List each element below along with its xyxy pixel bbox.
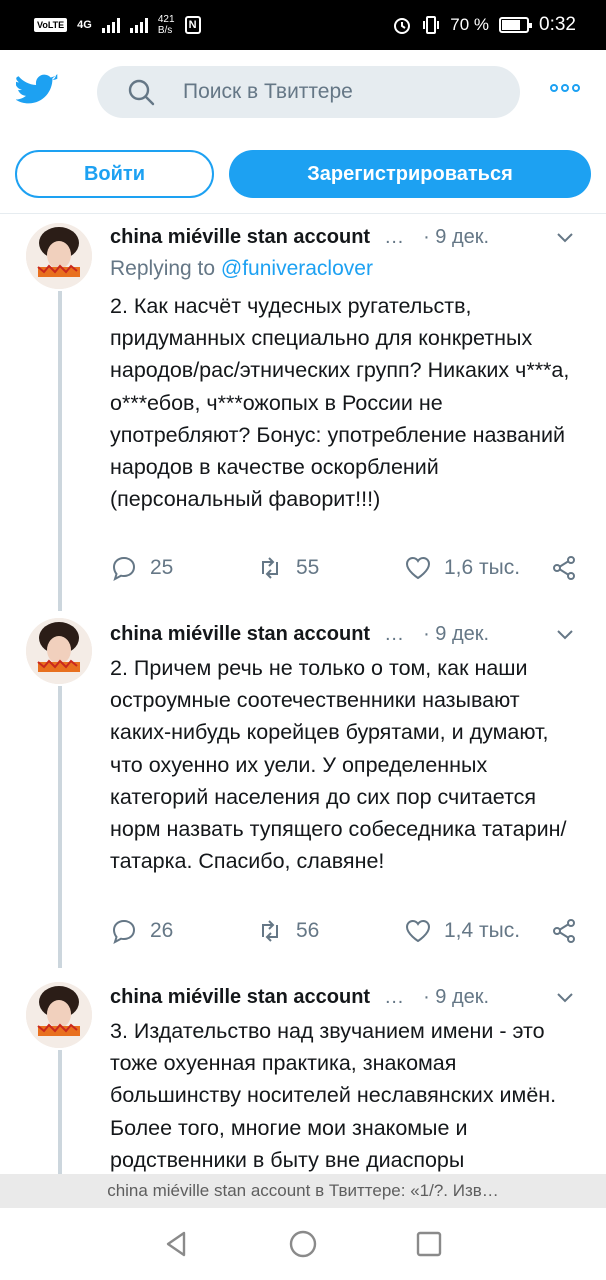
avatar[interactable] [26,982,92,1048]
battery-percent: 70 % [450,15,490,34]
back-triangle-icon[interactable] [162,1229,192,1259]
twitter-bird-icon[interactable] [16,74,58,110]
tweet-2[interactable]: china miéville stan account … · 9 дек. 2… [0,610,606,975]
replying-to: Replying to @funiveraclover [110,257,373,281]
search-placeholder: Поиск в Твиттере [183,80,353,103]
author-name[interactable]: china miéville stan account [110,623,370,646]
volte-badge: VoLTE [34,18,68,32]
reply-icon [112,556,136,582]
retweet-icon [262,920,278,942]
heart-icon [405,919,431,943]
tweet-time[interactable]: · 9 дек. [423,226,489,249]
author-name[interactable]: china miéville stan account [110,986,370,1009]
retweet-count: 55 [296,556,320,579]
author-ellipsis: … [384,985,406,1008]
vibrate-icon [423,16,440,34]
tweet-time[interactable]: · 9 дек. [423,623,489,646]
status-bar: VoLTE 4G 421 B/s N 70 % 0:32 [0,0,606,50]
like-button[interactable]: 1,4 тыс. [404,917,520,945]
thread-line [58,291,62,611]
heart-icon [405,556,431,580]
thread-line [58,1050,62,1174]
avatar[interactable] [26,618,92,684]
home-circle-icon[interactable] [288,1229,318,1259]
tweet-text: 2. Причем речь не только о том, как наши… [110,656,567,874]
reply-button[interactable]: 26 [110,917,173,945]
tweet-header: china miéville stan account … · 9 дек. [110,619,576,649]
retweet-button[interactable]: 56 [256,917,319,945]
battery-icon [499,17,533,33]
tweet-header: china miéville stan account … · 9 дек. [110,982,576,1012]
chevron-down-icon[interactable] [554,226,576,248]
retweet-icon [262,557,278,579]
reply-count: 25 [150,556,174,579]
author-ellipsis: … [384,622,406,645]
tweet-actions: 26 56 1,4 тыс. [110,917,580,947]
tweet-time[interactable]: · 9 дек. [423,986,489,1009]
retweet-button[interactable]: 55 [256,554,319,582]
search-icon [128,79,155,106]
retweet-count: 56 [296,919,320,942]
tweet-1[interactable]: china miéville stan account … · 9 дек. R… [0,215,606,615]
chevron-down-icon[interactable] [554,623,576,645]
share-icon[interactable] [550,554,578,582]
like-count: 1,4 тыс. [444,919,521,942]
replying-prefix: Replying to [110,257,216,280]
replying-handle-link[interactable]: @funiveraclover [221,257,373,280]
avatar[interactable] [26,223,92,289]
tweet-text: 2. Как насчёт чудесных ругательств, прид… [110,294,570,512]
twitter-header: Поиск в Твиттере Войти Зарегистрироватьс… [0,50,606,214]
signal-2-icon [129,17,148,33]
tweet-3[interactable]: china miéville stan account … · 9 дек. 3… [0,972,606,1174]
search-input[interactable]: Поиск в Твиттере [97,66,520,118]
android-nav-bar [0,1208,606,1280]
clock: 0:32 [539,14,576,35]
more-dots-icon[interactable] [550,84,580,92]
author-name[interactable]: china miéville stan account [110,226,370,249]
like-button[interactable]: 1,6 тыс. [404,554,520,582]
tweet-text: 3. Издательство над звучанием имени - эт… [110,1019,557,1172]
like-count: 1,6 тыс. [444,556,521,579]
chevron-down-icon[interactable] [554,986,576,1008]
signup-button[interactable]: Зарегистрироваться [229,150,591,198]
author-ellipsis: … [384,225,406,248]
network-speed: 421 B/s [157,14,175,36]
share-icon[interactable] [550,917,578,945]
thread-line [58,686,62,968]
reply-icon [112,919,136,945]
reply-button[interactable]: 25 [110,554,173,582]
network-label: 4G [77,19,92,31]
login-button[interactable]: Войти [15,150,214,198]
reply-count: 26 [150,919,174,942]
recents-square-icon[interactable] [414,1229,444,1259]
tweet-actions: 25 55 1,6 тыс. [110,554,580,584]
signal-icon [101,17,120,33]
tweet-header: china miéville stan account … · 9 дек. [110,222,576,252]
page-title-bar: china miéville stan account в Твиттере: … [0,1174,606,1208]
alarm-icon [394,18,411,34]
nfc-icon: N [184,16,201,34]
